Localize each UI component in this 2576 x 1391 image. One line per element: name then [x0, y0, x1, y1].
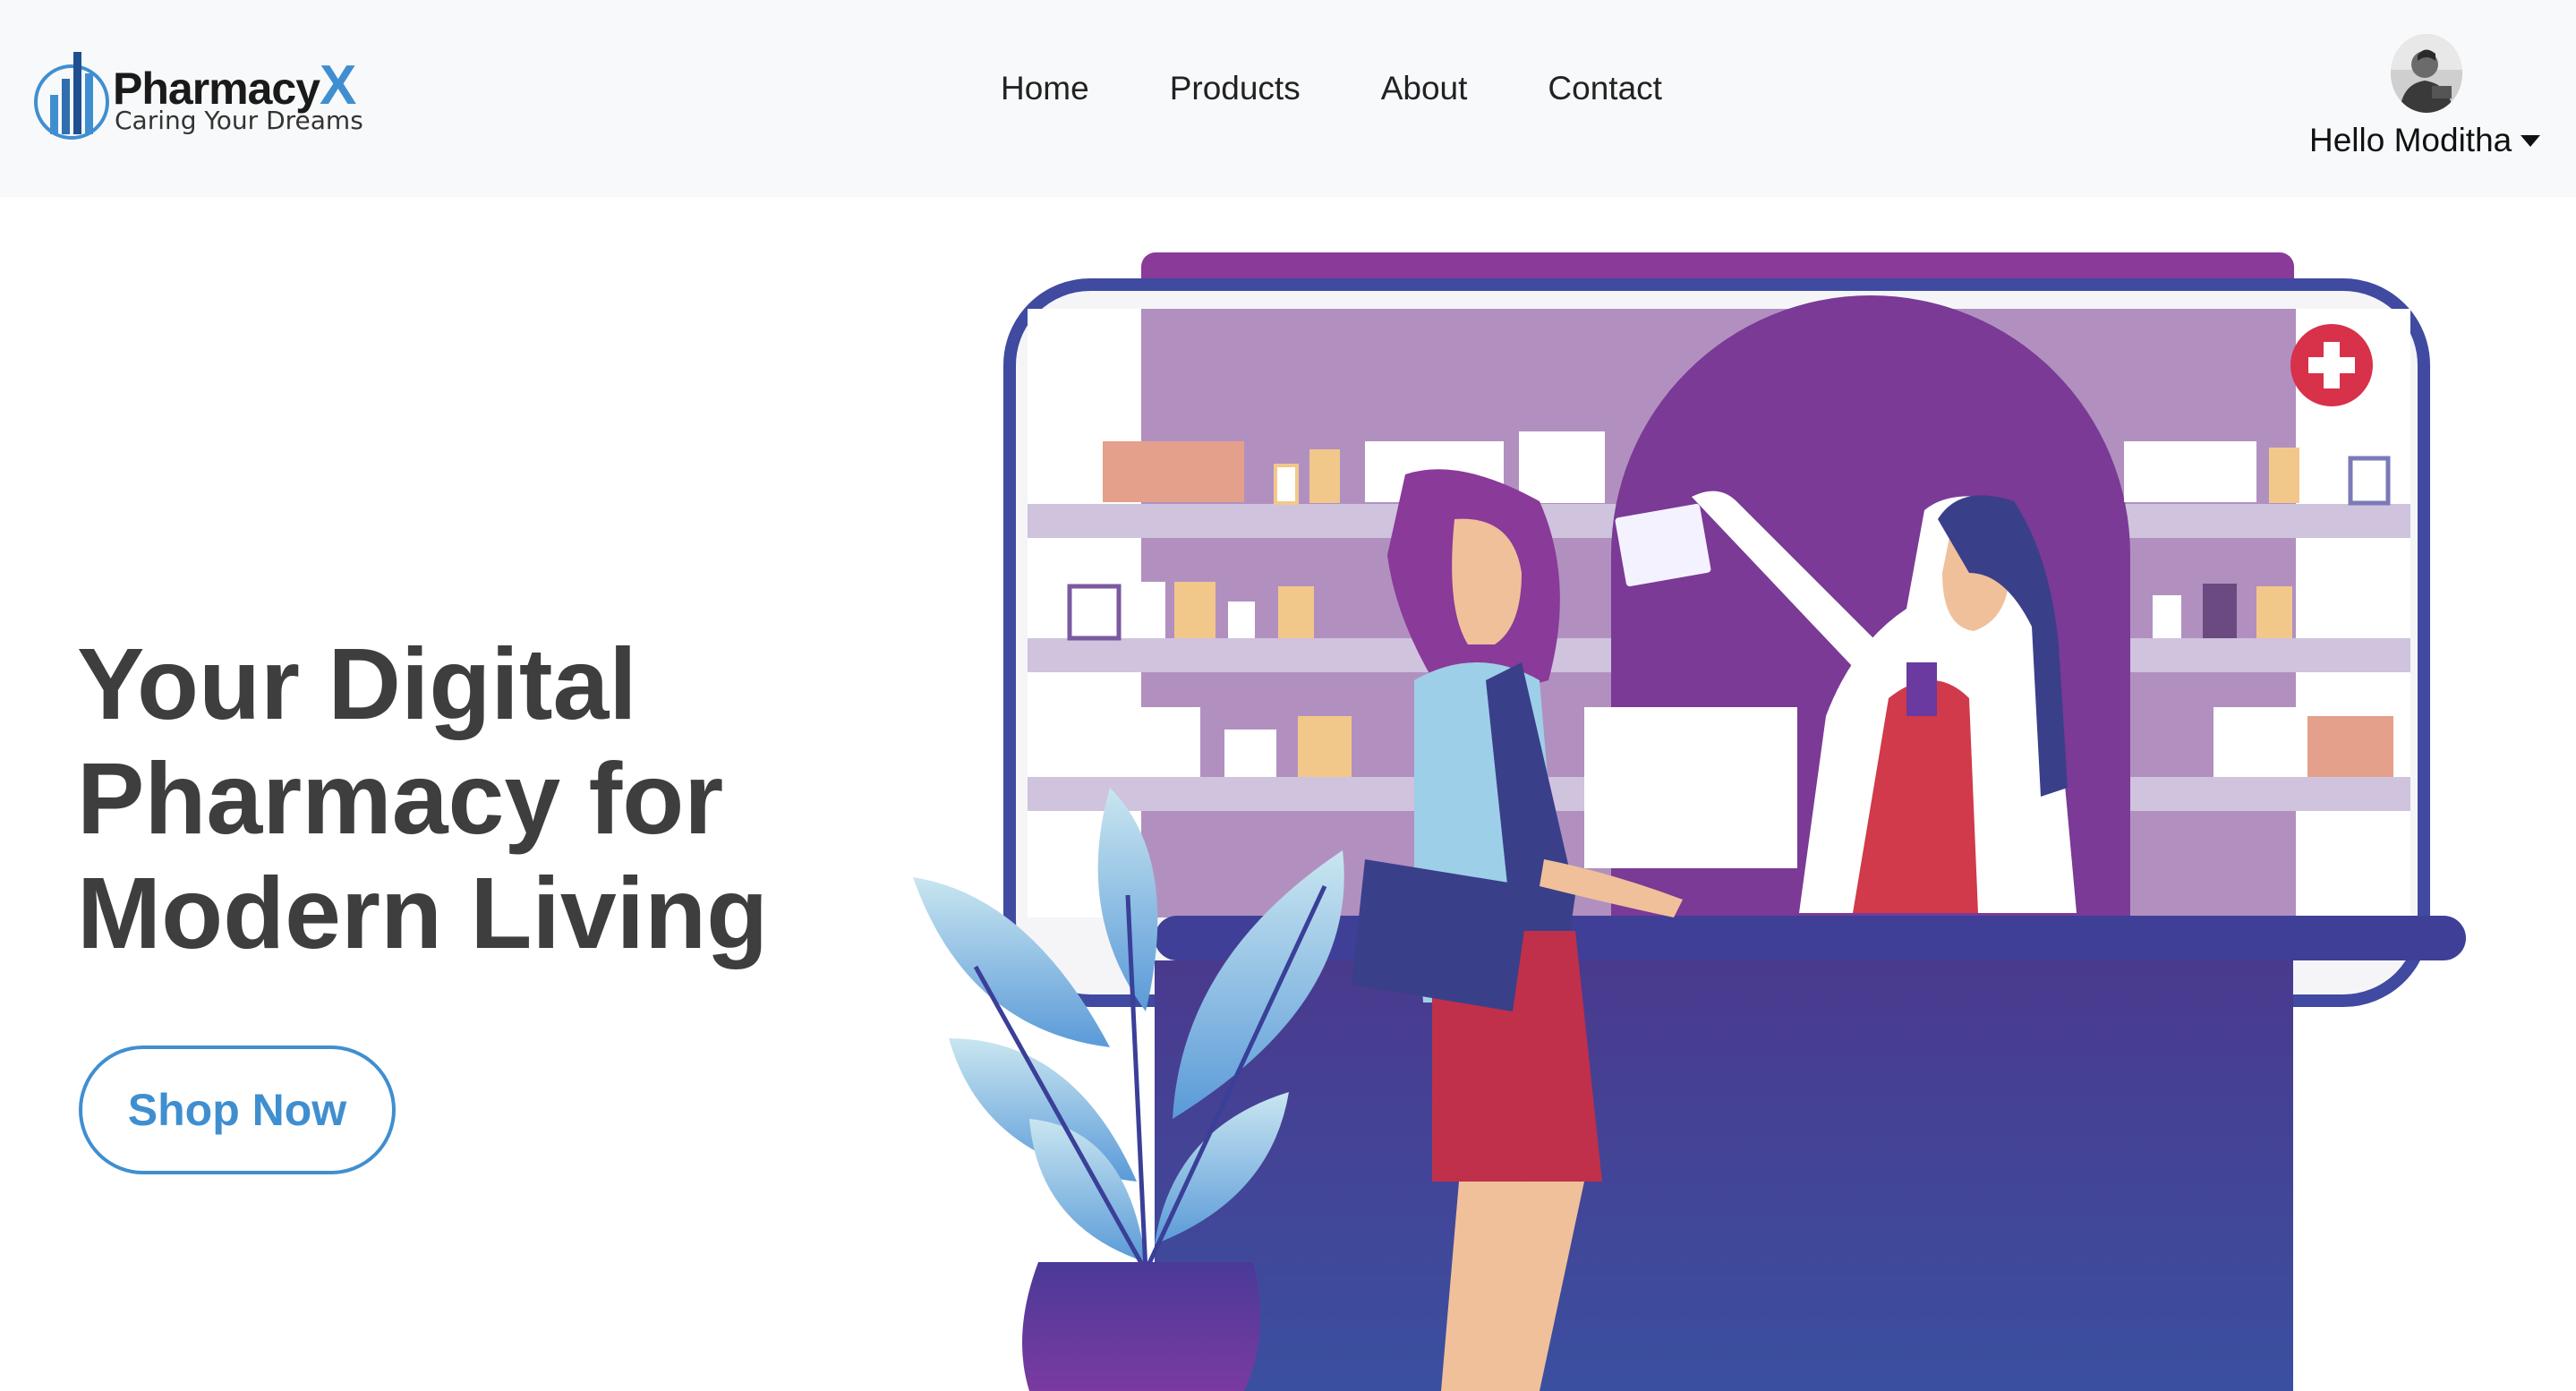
nav-home[interactable]: Home [1001, 70, 1089, 107]
caret-down-icon [2521, 134, 2541, 147]
nav-products[interactable]: Products [1170, 70, 1301, 107]
brand-tagline: Caring Your Dreams [115, 106, 363, 135]
navbar: PharmacyX Caring Your Dreams Home Produc… [0, 0, 2576, 197]
user-avatar-icon [2391, 34, 2462, 113]
avatar[interactable] [2391, 34, 2462, 113]
main-nav: Home Products About Contact [1001, 70, 1743, 107]
user-greeting: Hello Moditha [2309, 122, 2512, 158]
hero-title: Your Digital Pharmacy for Modern Living [77, 627, 769, 969]
logo-bars-icon [34, 52, 109, 140]
brand-logo[interactable]: PharmacyX Caring Your Dreams [32, 47, 363, 145]
user-menu-toggle[interactable]: Hello Moditha [2309, 122, 2541, 159]
nav-contact[interactable]: Contact [1548, 70, 1662, 107]
shop-now-button[interactable]: Shop Now [79, 1045, 396, 1174]
user-area: Hello Moditha [2309, 34, 2551, 168]
nav-about[interactable]: About [1381, 70, 1468, 107]
hero-illustration [913, 252, 2466, 1391]
